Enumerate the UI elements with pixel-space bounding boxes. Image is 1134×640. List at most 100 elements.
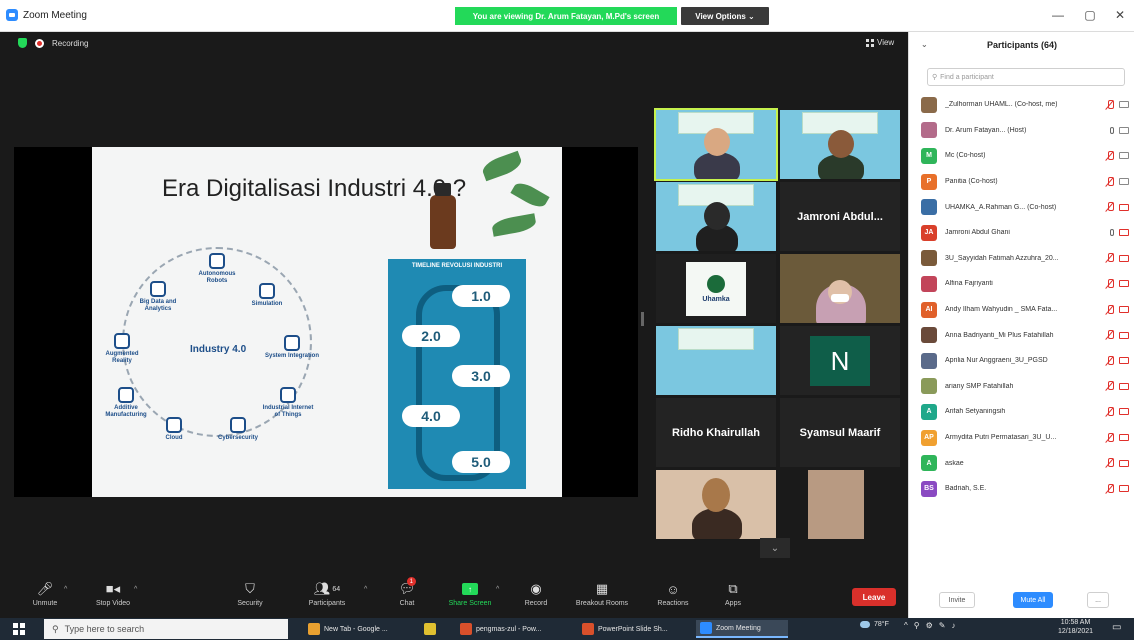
participant-row[interactable]: Dr. Arum Fatayan... (Host) <box>921 118 1133 144</box>
more-options-button[interactable]: ... <box>1087 592 1109 608</box>
participants-button[interactable]: 👥︎ 64 Participants <box>300 578 354 618</box>
notification-icon[interactable]: ▭ <box>1112 622 1121 633</box>
participant-status-icons <box>1106 99 1129 110</box>
viewing-banner: You are viewing Dr. Arum Fatayan, M.Pd's… <box>455 7 677 25</box>
participant-avatar <box>921 378 937 395</box>
weather-widget[interactable]: 78°F <box>860 621 889 628</box>
windows-start-icon[interactable] <box>13 623 25 635</box>
minimize-button[interactable]: — <box>1048 8 1068 22</box>
robot-icon <box>209 253 225 269</box>
view-button[interactable]: View <box>866 38 894 47</box>
mic-muted-icon <box>1106 253 1114 263</box>
participant-row[interactable]: 3U_Sayyidah Fatimah Azzuhra_20... <box>921 246 1133 272</box>
participant-name: Syamsul Maarif <box>799 426 881 439</box>
participant-name: UHAMKA_A.Rahman G... (Co-host) <box>945 203 1057 211</box>
participant-name: ariany SMP Fatahillah <box>945 382 1014 390</box>
participant-row[interactable]: M Mc (Co-host) <box>921 143 1133 169</box>
participant-status-icons <box>1106 202 1129 212</box>
participant-row[interactable]: _Zulhorman UHAML.. (Co-host, me) <box>921 92 1133 118</box>
video-tile[interactable]: Jamroni Abdul... <box>780 182 900 251</box>
participant-row[interactable]: BS Badriah, S.E. <box>921 476 1133 502</box>
reactions-button[interactable]: ☺ Reactions <box>650 578 696 618</box>
taskbar-app-label: Zoom Meeting <box>716 624 761 632</box>
leaf-illustration <box>490 213 538 237</box>
participant-status-icons <box>1106 176 1129 187</box>
apps-button[interactable]: ⧉ Apps <box>716 578 750 618</box>
participant-row[interactable]: AP Armydita Putri Permatasari_3U_U... <box>921 425 1133 451</box>
share-screen-button[interactable]: ↑ Share Screen <box>442 578 498 618</box>
video-tile[interactable] <box>654 108 778 181</box>
camera-off-icon <box>1119 331 1129 339</box>
participant-row[interactable]: Anna Badriyanti_Mi Plus Fatahillah <box>921 322 1133 348</box>
taskbar-app[interactable]: New Tab - Google ... <box>304 620 414 638</box>
participant-name: Badriah, S.E. <box>945 485 987 493</box>
video-tile[interactable]: Ridho Khairullah <box>656 398 776 467</box>
video-options-caret[interactable]: ^ <box>134 586 137 593</box>
participant-row[interactable]: AI Andy Ilham Wahyudin _ SMA Fata... <box>921 297 1133 323</box>
scroll-down-button[interactable]: ⌄ <box>760 538 790 558</box>
security-button[interactable]: ⛉ Security <box>228 578 272 618</box>
grid-view-icon <box>866 38 874 47</box>
view-options-button[interactable]: View Options ⌄ <box>681 7 769 25</box>
video-tile[interactable]: N <box>780 326 900 395</box>
video-tile[interactable] <box>808 470 864 539</box>
stop-video-button[interactable]: ■◂ Stop Video <box>86 578 140 618</box>
share-options-caret[interactable]: ^ <box>496 586 499 593</box>
encryption-shield-icon <box>18 38 27 48</box>
participant-row[interactable]: JA Jamroni Abdul Ghani <box>921 220 1133 246</box>
video-tile[interactable]: Uhamka <box>656 254 776 323</box>
node-cybersecurity: Cybersecurity <box>212 417 264 442</box>
system-tray-icons[interactable]: ^⚲⚙✎♪ <box>904 621 962 630</box>
participant-status-icons <box>1106 330 1129 340</box>
video-tile[interactable] <box>780 110 900 179</box>
breakout-rooms-icon: ▦ <box>595 581 609 596</box>
participant-row[interactable]: ariany SMP Fatahillah <box>921 374 1133 400</box>
taskbar-app[interactable]: pengmas-zul - Pow... <box>456 620 572 638</box>
leave-button[interactable]: Leave <box>852 588 896 606</box>
panel-splitter-handle[interactable] <box>641 312 644 326</box>
camera-off-icon <box>1119 434 1129 442</box>
participant-row[interactable]: Aprilia Nur Anggraeni_3U_PGSD <box>921 348 1133 374</box>
video-tile[interactable] <box>656 326 776 395</box>
mute-all-button[interactable]: Mute All <box>1013 592 1053 608</box>
participant-row[interactable]: UHAMKA_A.Rahman G... (Co-host) <box>921 194 1133 220</box>
participant-avatar <box>921 275 937 292</box>
clock[interactable]: 10:58 AM 12/18/2021 <box>1058 619 1093 637</box>
participant-search-input[interactable]: ⚲ Find a participant <box>927 68 1125 86</box>
invite-button[interactable]: Invite <box>939 592 975 608</box>
taskbar-app-label: pengmas-zul - Pow... <box>476 625 542 633</box>
participant-row[interactable]: A Arifah Setyaningsih <box>921 399 1133 425</box>
camera-off-icon <box>1119 459 1129 467</box>
video-tile[interactable] <box>656 182 776 251</box>
node-additive-manufacturing: Additive Manufacturing <box>100 387 152 418</box>
taskbar-search-input[interactable]: ⚲ Type here to search <box>44 619 288 639</box>
mic-muted-icon <box>1106 406 1114 417</box>
collapse-chevron-icon[interactable]: ⌄ <box>921 40 928 49</box>
participant-status-icons <box>1106 150 1129 161</box>
participants-options-caret[interactable]: ^ <box>364 586 367 593</box>
search-icon: ⚲ <box>932 74 938 81</box>
unmute-button[interactable]: 🎤︎ Unmute <box>22 578 68 618</box>
timeline-step: 5.0 <box>452 451 510 473</box>
record-button[interactable]: ◉ Record <box>516 578 556 618</box>
chat-button[interactable]: 💬︎ 1 Chat <box>390 577 424 618</box>
node-augmented-reality: Augmented Reality <box>98 333 146 364</box>
participant-row[interactable]: P Panitia (Co-host) <box>921 169 1133 195</box>
participant-name: Panitia (Co-host) <box>945 178 998 186</box>
maximize-button[interactable]: ▢ <box>1080 8 1100 22</box>
app-icon <box>700 622 712 634</box>
node-big-data: Big Data and Analytics <box>132 281 184 312</box>
video-tile[interactable] <box>656 470 776 539</box>
video-tile[interactable]: Syamsul Maarif <box>780 398 900 467</box>
participant-row[interactable]: Alfina Fajriyanti <box>921 271 1133 297</box>
audio-options-caret[interactable]: ^ <box>64 586 67 593</box>
camera-off-icon <box>1119 382 1129 390</box>
breakout-rooms-button[interactable]: ▦ Breakout Rooms <box>570 578 634 618</box>
close-button[interactable]: ✕ <box>1110 8 1130 22</box>
video-tile[interactable] <box>780 254 900 323</box>
participant-row[interactable]: Aaskae <box>921 450 1133 476</box>
taskbar-app[interactable] <box>420 620 450 638</box>
taskbar-app[interactable]: PowerPoint Slide Sh... <box>578 620 690 638</box>
camera-off-icon <box>1119 229 1129 237</box>
taskbar-app[interactable]: Zoom Meeting <box>696 620 788 638</box>
